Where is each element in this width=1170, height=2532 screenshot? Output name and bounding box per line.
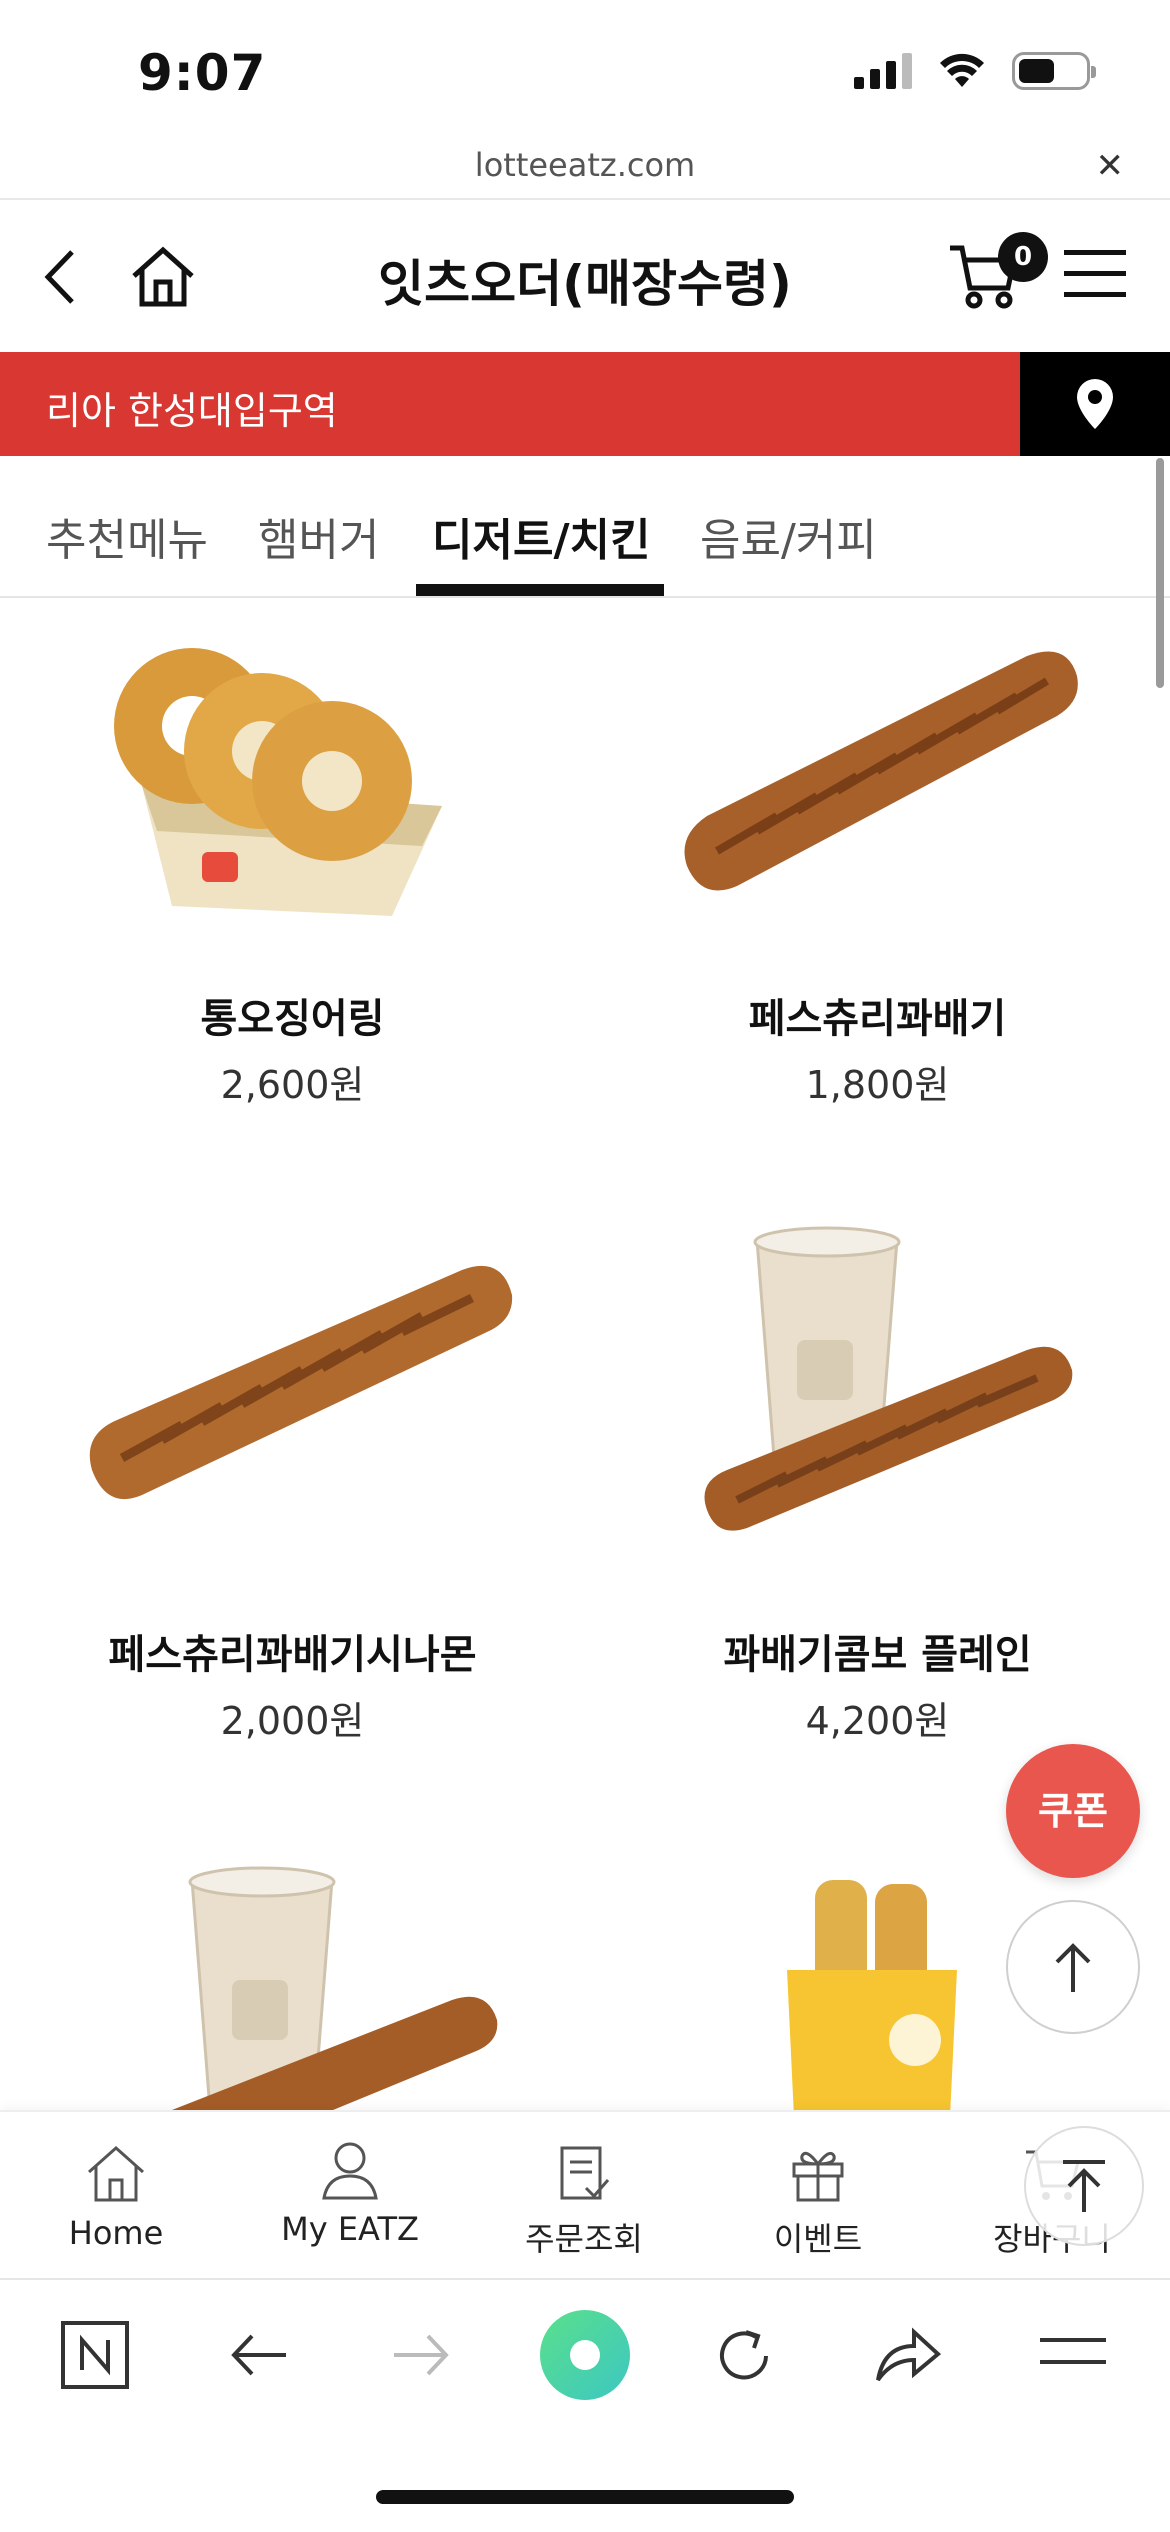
- close-icon[interactable]: ✕: [1096, 146, 1125, 186]
- store-name: 리아 한성대입구역: [46, 389, 338, 433]
- menu-icon[interactable]: [1040, 2332, 1106, 2372]
- active-tab-indicator: [416, 584, 664, 596]
- tab-hamburger[interactable]: 햄버거: [258, 504, 379, 568]
- refresh-icon[interactable]: [712, 2324, 776, 2388]
- nav-home[interactable]: Home: [16, 2144, 216, 2252]
- product-card[interactable]: 꽈배기콤보 플레인 4,200원: [585, 1220, 1170, 1780]
- tab-drinks-coffee[interactable]: 음료/커피: [700, 504, 877, 568]
- nav-events[interactable]: 이벤트: [718, 2144, 918, 2260]
- receipt-icon: [560, 2146, 610, 2200]
- category-tabs: 추천메뉴 햄버거 디저트/치킨 음료/커피: [0, 456, 1170, 598]
- squid-rings-image: [114, 648, 442, 916]
- tab-dessert-chicken[interactable]: 디저트/치킨: [432, 504, 650, 568]
- wifi-icon: [940, 53, 984, 87]
- product-price: 4,200원: [805, 1699, 950, 1743]
- product-name: 통오징어링: [200, 996, 385, 1042]
- forward-arrow-icon[interactable]: [392, 2330, 452, 2380]
- naver-n-icon[interactable]: [60, 2320, 130, 2390]
- status-bar: 9:07: [0, 0, 1170, 140]
- cart-count-badge: 0: [998, 232, 1048, 282]
- twist-combo-drink-image: [704, 1226, 1073, 1531]
- product-name: 페스츄리꽈배기시나몬: [108, 1632, 477, 1678]
- product-name: 페스츄리꽈배기: [748, 996, 1007, 1042]
- nav-my-eatz[interactable]: My EATZ: [250, 2140, 450, 2248]
- hamburger-menu-icon[interactable]: [1064, 248, 1126, 300]
- browser-url-bar[interactable]: lotteeatz.com ✕: [0, 140, 1170, 200]
- home-indicator: [376, 2490, 794, 2504]
- person-icon: [322, 2142, 378, 2200]
- product-card[interactable]: 통오징어링 2,600원: [0, 600, 585, 1160]
- share-icon[interactable]: [874, 2324, 942, 2384]
- store-location-bar[interactable]: 리아 한성대입구역: [0, 352, 1170, 456]
- twisted-pastry-image: [684, 651, 1078, 891]
- tab-recommended[interactable]: 추천메뉴: [46, 504, 208, 568]
- product-grid: 통오징어링 2,600원 페스츄리꽈배기 1,800원 페스츄리꽈배기시나몬 2…: [0, 600, 1170, 2110]
- product-price: 1,800원: [805, 1063, 950, 1107]
- back-arrow-icon[interactable]: [228, 2330, 288, 2380]
- cinnamon-twisted-pastry-image: [89, 1265, 513, 1500]
- arrow-up-icon: [1055, 1943, 1091, 1992]
- product-card[interactable]: 페스츄리꽈배기시나몬 2,000원: [0, 1220, 585, 1780]
- scroll-to-top-button[interactable]: [1024, 2126, 1144, 2246]
- status-time: 9:07: [138, 44, 267, 102]
- app-header: 잇츠오더(매장수령) 0: [0, 202, 1170, 350]
- product-name: 꽈배기콤보 플레인: [723, 1632, 1032, 1678]
- nav-order-history[interactable]: 주문조회: [484, 2144, 684, 2260]
- location-button[interactable]: [1020, 352, 1170, 456]
- green-dot-icon[interactable]: [538, 2308, 632, 2402]
- home-icon: [88, 2145, 144, 2202]
- scroll-to-top-button[interactable]: [1006, 1900, 1140, 2034]
- product-price: 2,000원: [220, 1699, 365, 1743]
- product-card[interactable]: 페스츄리꽈배기 1,800원: [585, 600, 1170, 1160]
- product-price: 2,600원: [220, 1063, 365, 1107]
- bottom-app-nav: Home My EATZ 주문조회 이벤트 장바구니: [0, 2110, 1170, 2278]
- url-text: lotteeatz.com: [474, 146, 696, 184]
- cellular-signal-icon: [854, 53, 912, 89]
- gift-icon: [792, 2151, 844, 2202]
- battery-icon: [1012, 52, 1096, 90]
- coupon-button[interactable]: 쿠폰: [1006, 1744, 1140, 1878]
- arrow-up-icon: [1063, 2160, 1105, 2212]
- product-card[interactable]: [0, 1860, 585, 2110]
- twist-combo-drink-image: [172, 1866, 498, 2110]
- map-pin-icon: [1077, 379, 1113, 429]
